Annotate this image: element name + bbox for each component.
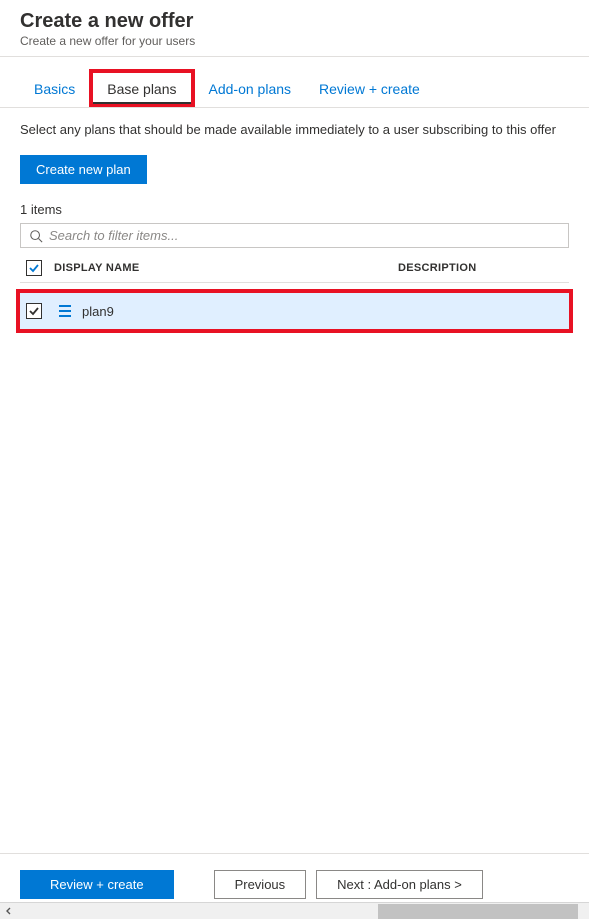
- select-all-checkbox[interactable]: [26, 260, 42, 276]
- column-header-description[interactable]: DESCRIPTION: [398, 262, 569, 274]
- item-count-label: 1 items: [20, 202, 569, 217]
- search-input[interactable]: [49, 228, 560, 243]
- search-container: [20, 223, 569, 248]
- tab-basics[interactable]: Basics: [20, 73, 89, 107]
- previous-button[interactable]: Previous: [214, 870, 307, 899]
- tab-base-plans[interactable]: Base plans: [89, 69, 194, 107]
- page-title: Create a new offer: [20, 10, 569, 33]
- tab-addon-plans[interactable]: Add-on plans: [195, 73, 306, 107]
- page-header: Create a new offer Create a new offer fo…: [0, 0, 589, 57]
- tab-review-create[interactable]: Review + create: [305, 73, 434, 107]
- tab-bar: Basics Base plans Add-on plans Review + …: [0, 73, 589, 108]
- tab-description: Select any plans that should be made ava…: [20, 122, 569, 137]
- horizontal-scrollbar[interactable]: [0, 902, 589, 919]
- scroll-left-icon[interactable]: [0, 903, 17, 920]
- create-new-plan-button[interactable]: Create new plan: [20, 155, 147, 184]
- scrollbar-thumb[interactable]: [378, 904, 578, 919]
- footer-bar: Review + create Previous Next : Add-on p…: [0, 853, 589, 899]
- row-display-name: plan9: [82, 304, 114, 319]
- column-header-display-name[interactable]: DISPLAY NAME: [48, 262, 398, 274]
- table-row[interactable]: plan9: [16, 289, 573, 333]
- page-subtitle: Create a new offer for your users: [20, 34, 569, 48]
- row-checkbox[interactable]: [26, 303, 42, 319]
- next-button[interactable]: Next : Add-on plans >: [316, 870, 483, 899]
- content-area: Select any plans that should be made ava…: [0, 108, 589, 333]
- table-header-row: DISPLAY NAME DESCRIPTION: [20, 252, 569, 283]
- review-create-button[interactable]: Review + create: [20, 870, 174, 899]
- search-icon: [29, 229, 43, 243]
- plan-icon: [54, 303, 72, 319]
